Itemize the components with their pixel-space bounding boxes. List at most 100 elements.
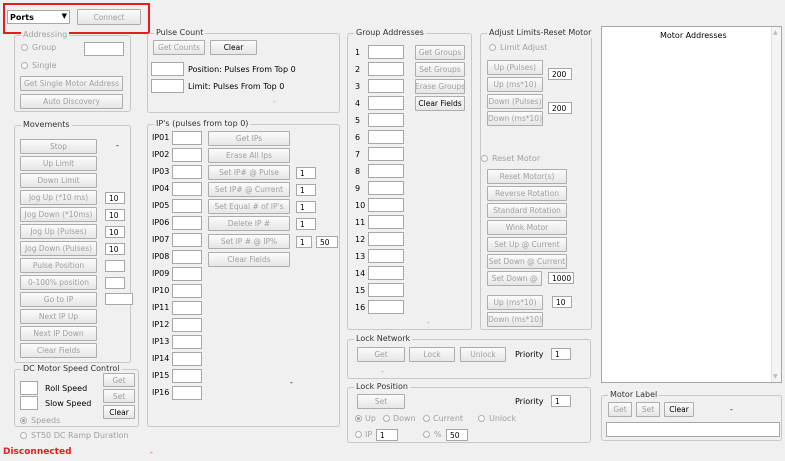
set-down-at-button[interactable]: Set Down @ bbox=[487, 271, 542, 286]
ip-input[interactable] bbox=[172, 267, 202, 281]
movements-clear-fields-button[interactable]: Clear Fields bbox=[20, 343, 97, 358]
ip-input[interactable] bbox=[172, 386, 202, 400]
delete-ip-input[interactable]: 1 bbox=[296, 218, 316, 230]
get-single-address-button[interactable]: Get Single Motor Address bbox=[20, 76, 123, 91]
unlock-button[interactable]: Unlock bbox=[460, 347, 506, 362]
group-address-input[interactable] bbox=[368, 198, 404, 212]
set-ip-at-pulse-button[interactable]: Set IP# @ Pulse bbox=[208, 165, 290, 180]
speeds-radio[interactable] bbox=[20, 417, 27, 424]
ip-input[interactable] bbox=[172, 301, 202, 315]
lockpos-ip-radio[interactable] bbox=[355, 431, 362, 438]
group-address-input[interactable] bbox=[368, 215, 404, 229]
set-ip-pct-num-input[interactable]: 1 bbox=[296, 236, 312, 248]
slow-speed-input[interactable] bbox=[20, 396, 38, 410]
motor-label-input[interactable] bbox=[606, 422, 780, 437]
set-down-at-input[interactable]: 1000 bbox=[548, 272, 574, 284]
lockpos-up-radio[interactable] bbox=[355, 415, 362, 422]
set-ip-at-percent-button[interactable]: Set IP # @ IP% bbox=[208, 234, 290, 249]
wink-motor-button[interactable]: Wink Motor bbox=[487, 220, 567, 235]
set-down-current-button[interactable]: Set Down @ Current bbox=[487, 254, 567, 269]
reset-motor-radio[interactable] bbox=[481, 155, 488, 162]
pulse-position-input[interactable] bbox=[105, 260, 125, 272]
erase-all-ips-button[interactable]: Erase All Ips bbox=[208, 148, 290, 163]
adj-down-ms-button[interactable]: Down (ms*10) bbox=[487, 111, 543, 126]
reverse-rotation-button[interactable]: Reverse Rotation bbox=[487, 186, 567, 201]
adj-up-input[interactable]: 200 bbox=[548, 68, 572, 80]
group-address-input[interactable] bbox=[368, 130, 404, 144]
label-set-button[interactable]: Set bbox=[636, 402, 660, 417]
lockpos-down-radio[interactable] bbox=[383, 415, 390, 422]
lockpos-ip-input[interactable]: 1 bbox=[376, 429, 398, 441]
jog-up-ms-input[interactable]: 10 bbox=[105, 192, 125, 204]
adj-up-ms2-button[interactable]: Up (ms*10) bbox=[487, 295, 543, 310]
lock-get-button[interactable]: Get bbox=[357, 347, 405, 362]
set-ip-pct-value-input[interactable]: 50 bbox=[316, 236, 338, 248]
single-radio[interactable] bbox=[21, 62, 28, 69]
percent-position-button[interactable]: 0-100% position bbox=[20, 275, 97, 290]
reset-motors-button[interactable]: Reset Motor(s) bbox=[487, 169, 567, 184]
ip-input[interactable] bbox=[172, 250, 202, 264]
ip-input[interactable] bbox=[172, 369, 202, 383]
jog-down-pulses-button[interactable]: Jog Down (Pulses) bbox=[20, 241, 97, 256]
ip-input[interactable] bbox=[172, 199, 202, 213]
group-address-input[interactable] bbox=[368, 164, 404, 178]
set-ip-at-current-button[interactable]: Set IP# @ Current bbox=[208, 182, 290, 197]
next-ip-up-button[interactable]: Next IP Up bbox=[20, 309, 97, 324]
ports-select[interactable]: Ports ▼ bbox=[7, 10, 70, 24]
erase-groups-button[interactable]: Erase Groups bbox=[415, 79, 465, 94]
set-up-current-button[interactable]: Set Up @ Current bbox=[487, 237, 567, 252]
group-address-input[interactable] bbox=[368, 181, 404, 195]
ip-input[interactable] bbox=[172, 352, 202, 366]
scroll-down-icon[interactable]: ▼ bbox=[773, 373, 778, 380]
st50-radio[interactable] bbox=[20, 432, 27, 439]
jog-down-ms-input[interactable]: 10 bbox=[105, 209, 125, 221]
lock-priority-input[interactable]: 1 bbox=[551, 348, 571, 360]
group-address-input[interactable] bbox=[368, 249, 404, 263]
jog-up-pulses-input[interactable]: 10 bbox=[105, 226, 125, 238]
ip-input[interactable] bbox=[172, 148, 202, 162]
group-address-input[interactable] bbox=[368, 79, 404, 93]
position-input[interactable] bbox=[151, 62, 184, 76]
lockpos-current-radio[interactable] bbox=[423, 415, 430, 422]
group-address-input[interactable] bbox=[368, 62, 404, 76]
group-input[interactable] bbox=[84, 42, 124, 56]
lock-button[interactable]: Lock bbox=[409, 347, 455, 362]
set-ip-pulse-input[interactable]: 1 bbox=[296, 167, 316, 179]
connect-button[interactable]: Connect bbox=[77, 9, 141, 25]
dc-set-button[interactable]: Set bbox=[103, 389, 135, 403]
ip-input[interactable] bbox=[172, 216, 202, 230]
lockpos-pct-input[interactable]: 50 bbox=[446, 429, 468, 441]
standard-rotation-button[interactable]: Standard Rotation bbox=[487, 203, 567, 218]
ip-input[interactable] bbox=[172, 233, 202, 247]
label-clear-button[interactable]: Clear bbox=[664, 402, 694, 417]
group-address-input[interactable] bbox=[368, 300, 404, 314]
jog-up-pulses-button[interactable]: Jog Up (Pulses) bbox=[20, 224, 97, 239]
ips-clear-fields-button[interactable]: Clear Fields bbox=[208, 252, 290, 267]
stop-button[interactable]: Stop bbox=[20, 139, 97, 154]
auto-discovery-button[interactable]: Auto Discovery bbox=[20, 94, 123, 109]
ip-input[interactable] bbox=[172, 318, 202, 332]
group-address-input[interactable] bbox=[368, 45, 404, 59]
go-to-ip-button[interactable]: Go to IP bbox=[20, 292, 97, 307]
ip-input[interactable] bbox=[172, 131, 202, 145]
ip-input[interactable] bbox=[172, 165, 202, 179]
label-get-button[interactable]: Get bbox=[608, 402, 632, 417]
next-ip-down-button[interactable]: Next IP Down bbox=[20, 326, 97, 341]
group-address-input[interactable] bbox=[368, 266, 404, 280]
group-address-input[interactable] bbox=[368, 147, 404, 161]
adj-up-ms-button[interactable]: Up (ms*10) bbox=[487, 77, 543, 92]
group-address-input[interactable] bbox=[368, 96, 404, 110]
group-address-input[interactable] bbox=[368, 232, 404, 246]
lockpos-unlock-radio[interactable] bbox=[478, 415, 485, 422]
go-to-ip-input[interactable] bbox=[105, 293, 133, 305]
percent-position-input[interactable] bbox=[105, 277, 125, 289]
ip-input[interactable] bbox=[172, 182, 202, 196]
lockpos-set-button[interactable]: Set bbox=[357, 394, 405, 409]
get-counts-button[interactable]: Get Counts bbox=[153, 40, 205, 55]
down-limit-button[interactable]: Down Limit bbox=[20, 173, 97, 188]
adj-down-ms2-button[interactable]: Down (ms*10) bbox=[487, 312, 543, 327]
roll-speed-input[interactable] bbox=[20, 381, 38, 395]
set-equal-input[interactable]: 1 bbox=[296, 201, 316, 213]
adj-down-input[interactable]: 200 bbox=[548, 102, 572, 114]
motor-addresses-list[interactable]: Motor Addresses ▲ ▼ bbox=[601, 26, 782, 383]
